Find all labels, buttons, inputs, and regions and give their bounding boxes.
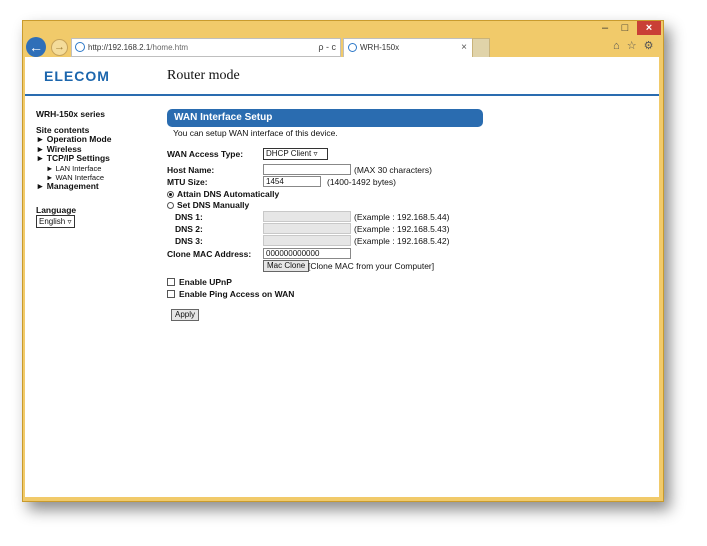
wan-access-type-select[interactable]: DHCP Client ▿ (263, 148, 328, 160)
maximize-button[interactable]: □ (616, 21, 634, 35)
dns3-label: DNS 3: (175, 236, 203, 246)
close-window-button[interactable]: × (637, 21, 661, 35)
search-refresh-icon[interactable]: ρ - c (318, 39, 336, 56)
wan-access-type-label: WAN Access Type: (167, 149, 244, 159)
new-tab-button[interactable] (472, 38, 490, 58)
product-series: WRH-150x series (36, 109, 105, 119)
tab-close-icon[interactable]: × (461, 39, 467, 57)
browser-window: – □ × ← → http://192.168.2.1/home.htm ρ … (22, 20, 664, 502)
browser-toolbar: ← → http://192.168.2.1/home.htm ρ - c WR… (23, 37, 663, 59)
clone-mac-label: Clone MAC Address: (167, 249, 252, 259)
address-host: http://192.168.2.1 (88, 43, 151, 52)
mac-clone-button[interactable]: Mac Clone (263, 260, 310, 272)
minimize-button[interactable]: – (596, 21, 614, 35)
chevron-down-icon: ▿ (67, 217, 72, 226)
header-divider (25, 94, 659, 96)
dns1-label: DNS 1: (175, 212, 203, 222)
dns2-hint: (Example : 192.168.5.43) (354, 224, 450, 234)
section-banner: WAN Interface Setup (167, 109, 483, 127)
main-content: WAN Interface Setup You can setup WAN in… (167, 109, 497, 321)
upnp-checkbox[interactable] (167, 278, 175, 286)
language-value: English (39, 217, 66, 226)
dns1-hint: (Example : 192.168.5.44) (354, 212, 450, 222)
dns3-input[interactable] (263, 235, 351, 246)
apply-button[interactable]: Apply (171, 309, 200, 321)
address-path: /home.htm (150, 43, 189, 52)
chevron-down-icon: ▿ (313, 149, 318, 158)
wan-access-type-value: DHCP Client (266, 149, 312, 158)
mtu-size-input[interactable]: 1454 (263, 176, 321, 187)
host-name-input[interactable] (263, 164, 351, 175)
section-description: You can setup WAN interface of this devi… (173, 128, 338, 138)
ping-wan-checkbox[interactable] (167, 290, 175, 298)
dns3-hint: (Example : 192.168.5.42) (354, 236, 450, 246)
clone-mac-input[interactable]: 000000000000 (263, 248, 351, 259)
dns-auto-radio[interactable] (167, 191, 174, 198)
title-bar: – □ × (23, 21, 663, 37)
upnp-option[interactable]: Enable UPnP (167, 276, 232, 288)
dns-manual-label: Set DNS Manually (177, 200, 250, 210)
elecom-logo: ELECOM (44, 68, 110, 84)
tab-title: WRH-150x (360, 43, 400, 52)
sidebar: WRH-150x series Site contents ► Operatio… (36, 109, 111, 228)
browser-tab[interactable]: WRH-150x × (343, 38, 473, 58)
host-name-hint: (MAX 30 characters) (354, 165, 432, 175)
ie-page-icon (75, 42, 85, 52)
language-select[interactable]: English ▿ (36, 215, 75, 228)
page-title: Router mode (167, 68, 240, 83)
host-name-label: Host Name: (167, 165, 215, 175)
sidebar-item-management[interactable]: ► Management (36, 181, 111, 192)
address-url[interactable]: http://192.168.2.1/home.htm (88, 39, 188, 56)
sidebar-item-tcpip[interactable]: ► TCP/IP Settings (36, 153, 111, 164)
dns-auto-label: Attain DNS Automatically (177, 189, 280, 199)
dns2-input[interactable] (263, 223, 351, 234)
back-arrow-icon[interactable]: ← (26, 37, 46, 57)
ping-wan-label: Enable Ping Access on WAN (179, 289, 295, 299)
language-label: Language (36, 205, 77, 215)
upnp-label: Enable UPnP (179, 277, 232, 287)
sidebar-item-lan-interface[interactable]: ► LAN Interface (36, 164, 111, 173)
home-favorites-settings-icons[interactable]: ⌂ ☆ ⚙ (613, 39, 655, 52)
forward-arrow-icon[interactable]: → (51, 39, 68, 56)
mac-clone-hint: [Clone MAC from your Computer] (308, 261, 435, 271)
mtu-size-label: MTU Size: (167, 177, 208, 187)
dns-manual-option[interactable]: Set DNS Manually (167, 199, 249, 211)
dns2-label: DNS 2: (175, 224, 203, 234)
tab-ie-icon (348, 43, 357, 52)
dns1-input[interactable] (263, 211, 351, 222)
ping-wan-option[interactable]: Enable Ping Access on WAN (167, 288, 294, 300)
address-bar[interactable]: http://192.168.2.1/home.htm ρ - c (71, 38, 341, 57)
mtu-size-hint: (1400-1492 bytes) (327, 177, 396, 187)
dns-manual-radio[interactable] (167, 202, 174, 209)
web-page: ELECOM Router mode WRH-150x series Site … (25, 57, 659, 497)
